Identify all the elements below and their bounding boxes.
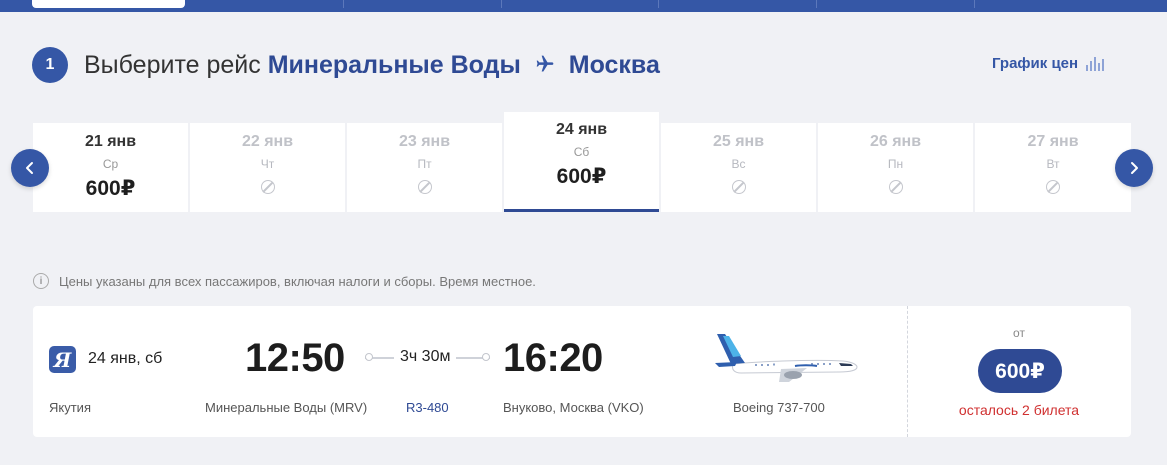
page-title: Выберите рейс Минеральные Воды Москва: [84, 50, 660, 80]
active-step-tab[interactable]: [32, 0, 185, 8]
price-info-text: Цены указаны для всех пассажиров, включа…: [59, 273, 536, 289]
prev-dates-button[interactable]: [11, 149, 49, 187]
seats-left-warning: осталось 2 билета: [958, 402, 1080, 418]
airline-logo: Я: [49, 346, 76, 373]
date-label: 25 янв: [712, 133, 765, 150]
arrival-airport: Внуково, Москва (VKO): [503, 400, 644, 415]
aircraft-model: Boeing 737-700: [733, 400, 825, 415]
date-cell-25[interactable]: 25 янв Вс: [661, 123, 816, 212]
day-of-week: Чт: [260, 157, 275, 171]
departure-airport: Минеральные Воды (MRV): [205, 400, 368, 415]
tab-divider: [501, 0, 502, 8]
date-label: 23 янв: [398, 133, 451, 150]
price-from-label: от: [1013, 326, 1025, 340]
date-cell-22[interactable]: 22 янв Чт: [190, 123, 345, 212]
step-number-badge: 1: [32, 47, 68, 83]
aircraft-image: [715, 334, 858, 382]
no-flights-icon: [888, 180, 903, 194]
chevron-right-icon: [1131, 162, 1138, 174]
price-chart-label: График цен: [992, 55, 1079, 72]
no-flights-icon: [417, 180, 432, 194]
date-cell-23[interactable]: 23 янв Пт: [347, 123, 502, 212]
flight-number[interactable]: R3-480: [406, 400, 449, 415]
route-start-dot: [365, 353, 373, 361]
airline-name: Якутия: [49, 400, 91, 415]
top-navigation-bar: [0, 0, 1167, 12]
day-of-week: Пт: [417, 157, 432, 171]
no-flights-icon: [1046, 180, 1060, 194]
tab-divider: [974, 0, 975, 8]
date-price: 600₽: [85, 177, 136, 200]
flight-date: 24 янв, сб: [88, 350, 163, 367]
tab-divider: [816, 0, 817, 8]
date-label: 26 янв: [869, 133, 922, 150]
flight-card[interactable]: Я 24 янв, сб Якутия 12:50 Минеральные Во…: [33, 306, 1131, 437]
select-flight-price-button[interactable]: 600₽: [978, 349, 1062, 393]
tab-divider: [343, 0, 344, 8]
day-of-week: Пн: [887, 157, 904, 171]
day-of-week: Сб: [573, 145, 590, 159]
no-flights-icon: [260, 180, 275, 194]
airplane-icon: [536, 55, 554, 72]
date-selector: 21 янв Ср 600₽ 22 янв Чт 23 янв Пт 24 ян…: [33, 112, 1131, 212]
flight-duration: 3ч 30м: [394, 348, 457, 366]
info-icon: i: [33, 273, 49, 289]
day-of-week: Ср: [102, 157, 119, 171]
day-of-week: Вс: [731, 157, 746, 171]
price-info-note: i Цены указаны для всех пассажиров, вклю…: [33, 273, 536, 289]
date-label: 24 янв: [555, 121, 608, 138]
date-cell-21[interactable]: 21 янв Ср 600₽: [33, 123, 188, 212]
departure-time: 12:50: [245, 336, 345, 380]
origin-city: Минеральные Воды: [267, 51, 521, 79]
date-label: 22 янв: [241, 133, 294, 150]
next-dates-button[interactable]: [1115, 149, 1153, 187]
date-cell-24-selected[interactable]: 24 янв Сб 600₽: [504, 112, 659, 212]
destination-city: Москва: [568, 51, 660, 79]
day-of-week: Вт: [1046, 157, 1060, 171]
page-title-prefix: Выберите рейс: [84, 51, 261, 79]
chevron-left-icon: [26, 162, 33, 174]
tab-divider: [658, 0, 659, 8]
bar-chart-icon: [1086, 56, 1105, 71]
no-flights-icon: [731, 180, 746, 194]
route-end-dot: [482, 353, 490, 361]
price-chart-link[interactable]: График цен: [992, 55, 1105, 72]
date-price: 600₽: [556, 165, 607, 188]
date-cell-26[interactable]: 26 янв Пн: [818, 123, 973, 212]
date-label: 21 янв: [84, 133, 137, 150]
date-label: 27 янв: [1027, 133, 1079, 150]
date-cell-27[interactable]: 27 янв Вт: [975, 123, 1131, 212]
arrival-time: 16:20: [503, 336, 603, 380]
